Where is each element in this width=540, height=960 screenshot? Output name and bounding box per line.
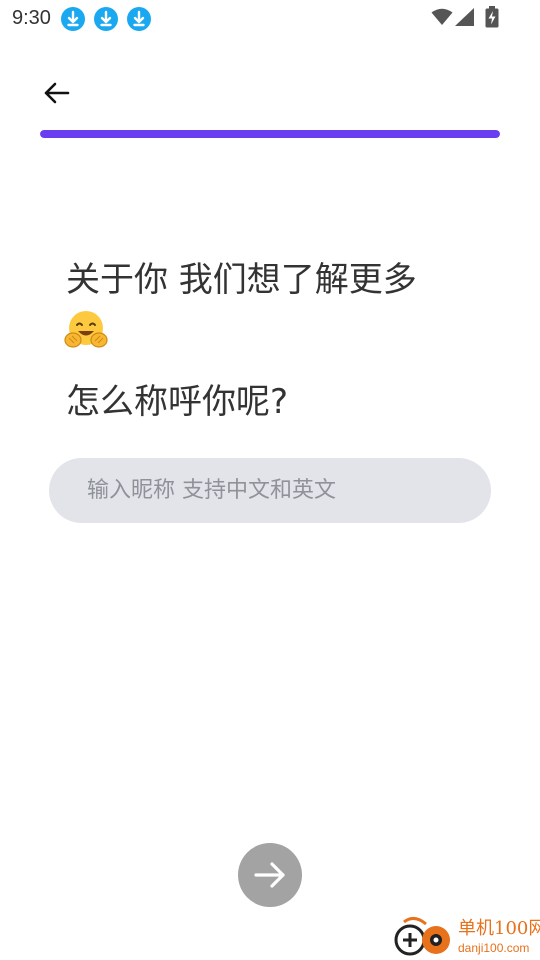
watermark-logo [394, 917, 450, 956]
question-heading: 怎么称呼你呢? [66, 382, 289, 422]
watermark-url: danji100.com [458, 941, 530, 955]
progress-bar-fill [40, 130, 500, 138]
watermark: 单机100网 danji100.com [390, 916, 540, 960]
battery-charging-icon [485, 6, 499, 32]
download-icon [61, 7, 85, 31]
next-button[interactable] [238, 843, 302, 907]
status-time: 9:30 [12, 7, 51, 29]
hugging-face-emoji [64, 310, 108, 350]
onboarding-screen: 9:30 关于你 我们想了解更多 怎么称呼你呢? 输入昵称 支持中文和英文 单机… [0, 0, 540, 960]
status-bar: 9:30 [0, 0, 540, 36]
intro-heading: 关于你 我们想了解更多 [66, 260, 417, 300]
arrow-left-icon [44, 82, 70, 104]
download-icon [94, 7, 118, 31]
arrow-right-icon [254, 862, 285, 888]
wifi-icon [431, 8, 453, 30]
download-icon [127, 7, 151, 31]
nickname-input[interactable] [49, 458, 491, 523]
back-button[interactable] [36, 74, 78, 116]
signal-icon [455, 8, 475, 30]
progress-bar [40, 130, 500, 138]
watermark-name: 单机100网 [458, 918, 540, 939]
